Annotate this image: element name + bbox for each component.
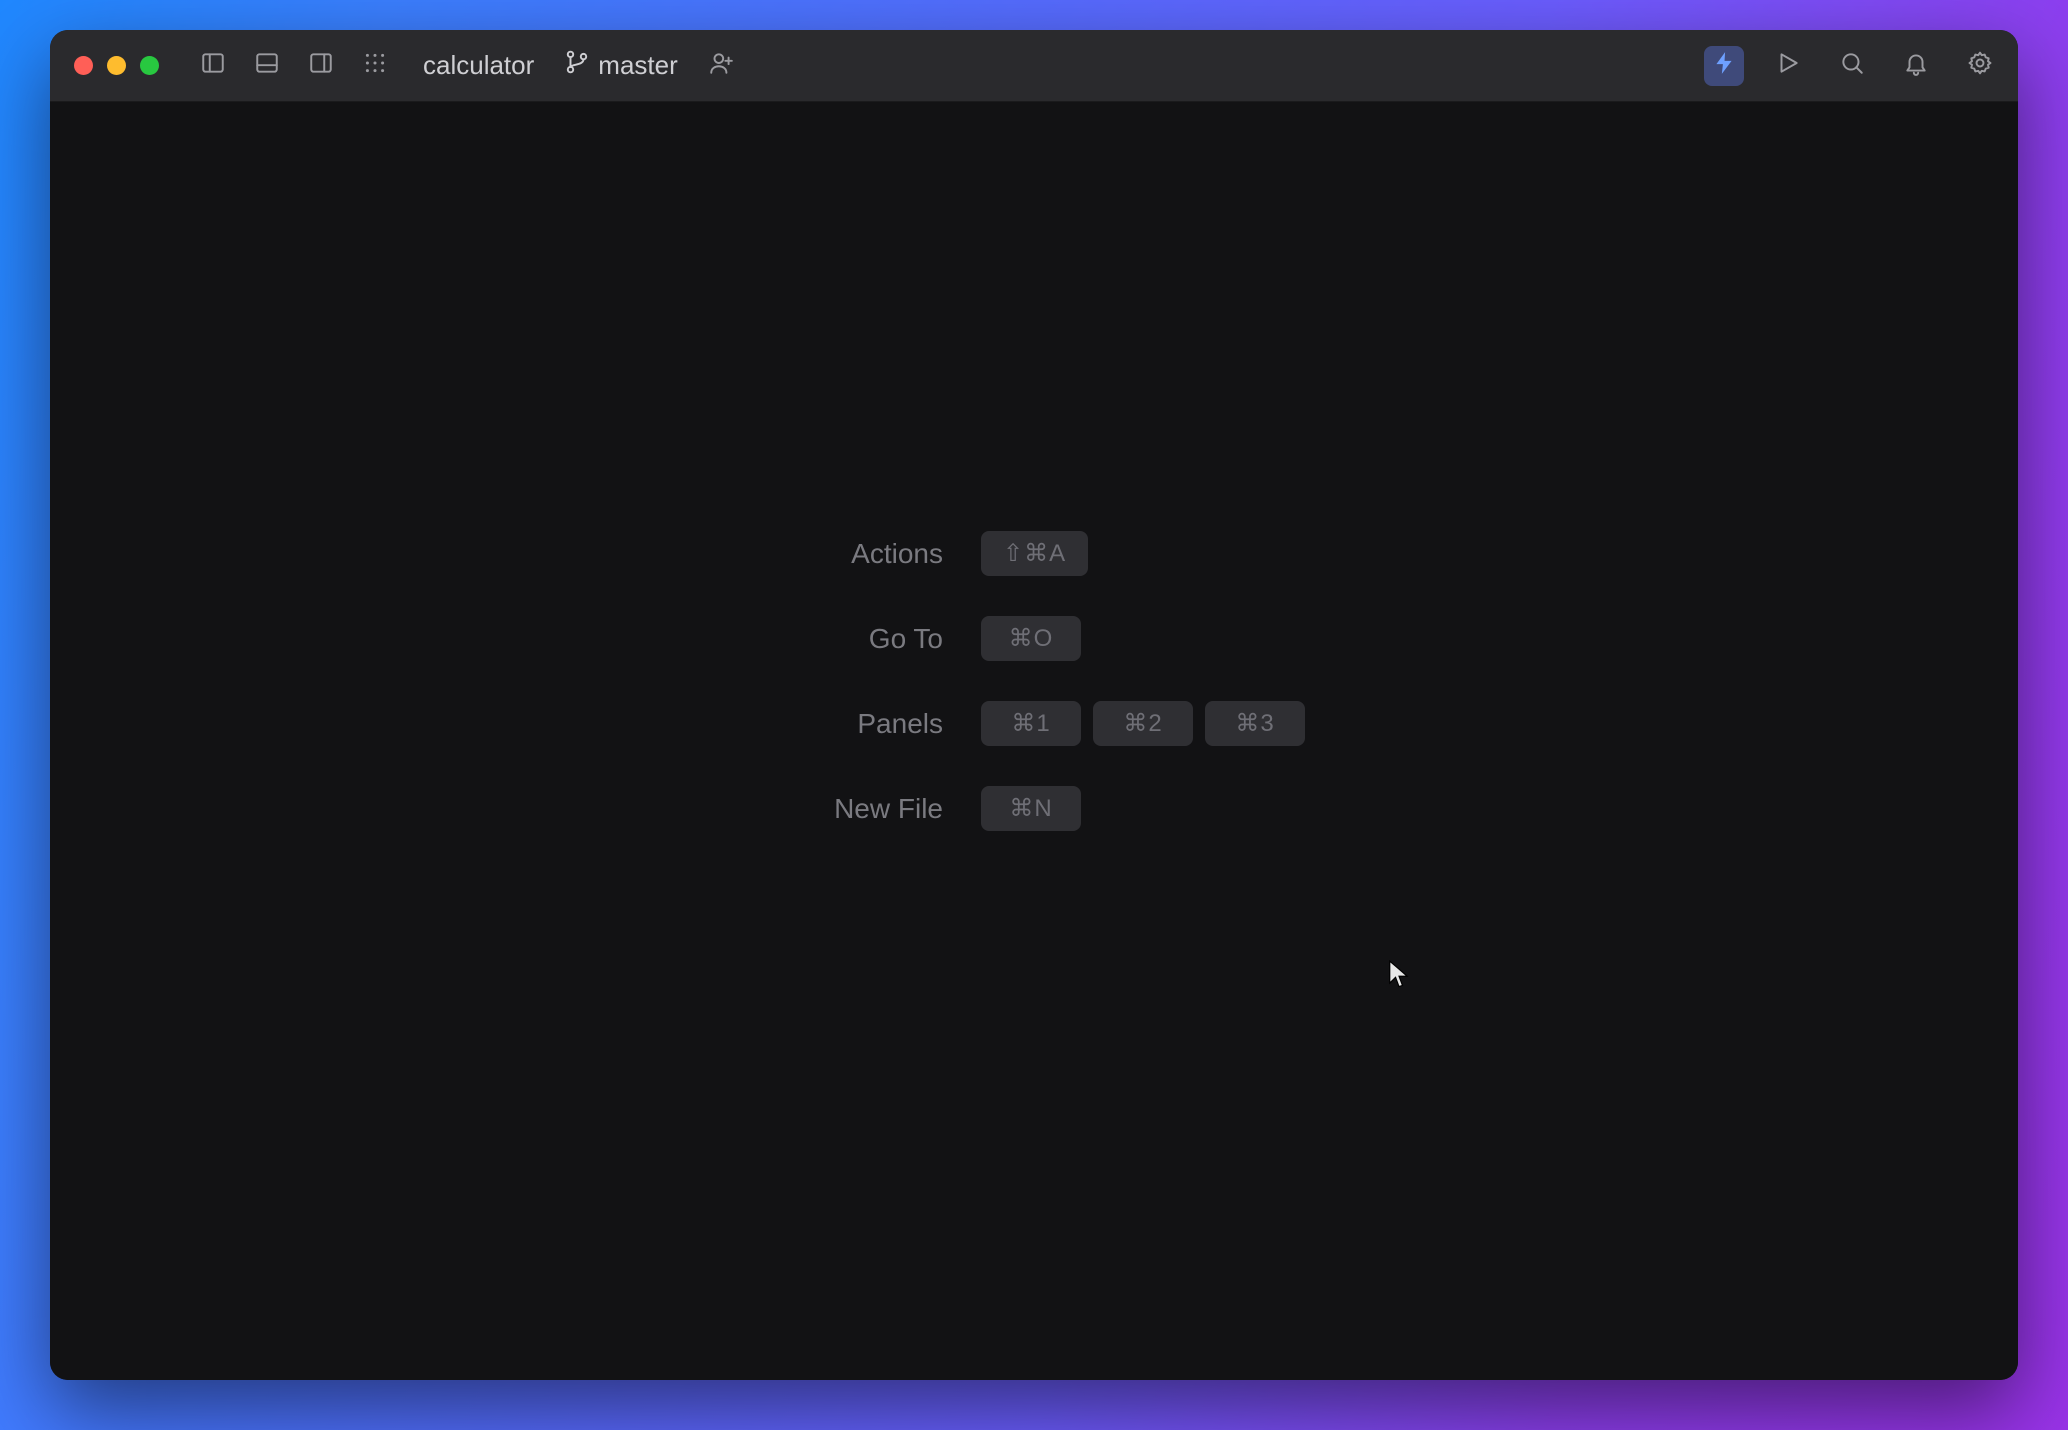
shortcut-label: Actions	[743, 538, 943, 570]
shortcut-hints: Actions ⇧⌘A Go To ⌘O Panels ⌘1 ⌘2 ⌘3 New…	[743, 531, 1305, 831]
window-minimize-button[interactable]	[107, 56, 126, 75]
shortcut-key: ⇧⌘A	[981, 531, 1088, 576]
panel-bottom-icon	[254, 50, 280, 81]
shortcut-keys-row: ⌘1 ⌘2 ⌘3	[981, 701, 1305, 746]
mouse-cursor-icon	[1386, 960, 1412, 995]
right-panel-toggle-button[interactable]	[301, 46, 341, 86]
bottom-panel-toggle-button[interactable]	[247, 46, 287, 86]
search-button[interactable]	[1832, 46, 1872, 86]
left-panel-toggle-button[interactable]	[193, 46, 233, 86]
add-collaborator-button[interactable]	[708, 50, 734, 81]
window-close-button[interactable]	[74, 56, 93, 75]
shortcut-keys-row: ⌘O	[981, 616, 1305, 661]
titlebar-right-group	[1704, 46, 2000, 86]
notifications-button[interactable]	[1896, 46, 1936, 86]
ai-assist-button[interactable]	[1704, 46, 1744, 86]
titlebar: calculator master	[50, 30, 2018, 102]
branch-selector[interactable]: master	[558, 45, 683, 86]
project-name[interactable]: calculator	[423, 50, 534, 81]
app-window: calculator master	[50, 30, 2018, 1380]
bell-icon	[1903, 50, 1929, 81]
shortcut-key: ⌘2	[1093, 701, 1193, 746]
branch-name: master	[598, 50, 677, 81]
play-icon	[1775, 50, 1801, 81]
panel-left-icon	[200, 50, 226, 81]
shortcut-keys-row: ⇧⌘A	[981, 531, 1305, 576]
search-icon	[1839, 50, 1865, 81]
shortcut-key: ⌘N	[981, 786, 1081, 831]
shortcut-keys-row: ⌘N	[981, 786, 1305, 831]
shortcut-key: ⌘O	[981, 616, 1081, 661]
bolt-icon	[1711, 50, 1737, 81]
shortcut-label: Panels	[743, 708, 943, 740]
gear-icon	[1967, 50, 1993, 81]
editor-empty-state: Actions ⇧⌘A Go To ⌘O Panels ⌘1 ⌘2 ⌘3 New…	[50, 102, 2018, 1380]
shortcut-label: New File	[743, 793, 943, 825]
apps-grid-button[interactable]	[355, 46, 395, 86]
shortcut-key: ⌘1	[981, 701, 1081, 746]
settings-button[interactable]	[1960, 46, 2000, 86]
window-fullscreen-button[interactable]	[140, 56, 159, 75]
run-button[interactable]	[1768, 46, 1808, 86]
shortcut-label: Go To	[743, 623, 943, 655]
grid-icon	[362, 50, 388, 81]
traffic-lights	[74, 56, 159, 75]
user-plus-icon	[708, 50, 734, 81]
panel-right-icon	[308, 50, 334, 81]
git-branch-icon	[564, 49, 590, 82]
shortcut-key: ⌘3	[1205, 701, 1305, 746]
